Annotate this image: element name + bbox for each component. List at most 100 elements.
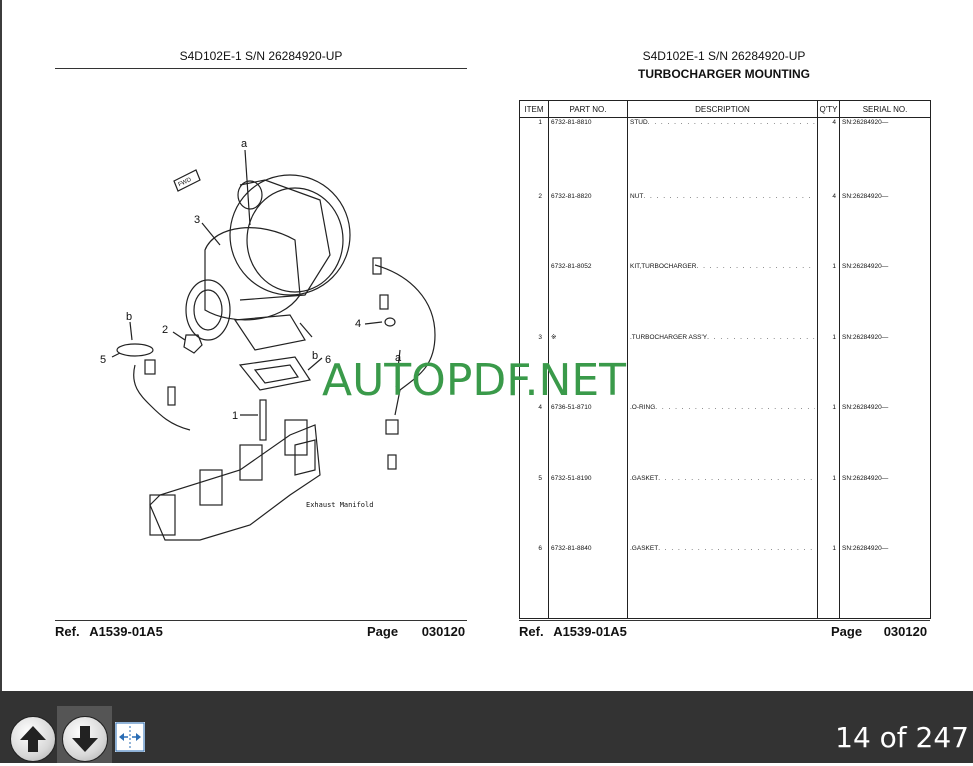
item-cell: 5	[519, 473, 549, 545]
callout-1: 1	[232, 410, 238, 422]
callout-2: 2	[162, 324, 168, 336]
page-value: 030120	[421, 624, 466, 639]
table-row: 6 6732-81-8840 .GASKET . . . . . . . . . .…	[519, 544, 931, 615]
viewer-toolbar	[0, 691, 973, 763]
ref-value: A1539-01A5	[553, 624, 627, 639]
description-text: NUT	[630, 192, 644, 200]
right-page-header: S4D102E-1 S/N 26284920-UP	[642, 49, 806, 63]
col-description: DESCRIPTION	[627, 100, 818, 118]
qty-cell: 1	[817, 544, 840, 615]
ref-label: Ref.	[519, 624, 544, 639]
table-row: 5 6732-51-8190 .GASKET . . . . . . . . . .…	[519, 473, 931, 545]
table-row: 2 6732-81-8820 NUT . . . . . . . . . . . .…	[519, 191, 931, 263]
serial-cell: SN:26284920—	[839, 544, 931, 615]
description-text: STUD	[630, 119, 648, 126]
leader-dots: . . . . . . . . . . . . . . . . . . . . …	[647, 119, 815, 126]
part-no-cell: 6732-81-8840	[548, 544, 628, 615]
right-footer-page: Page 030120	[831, 624, 927, 639]
col-item: ITEM	[519, 100, 549, 118]
serial-cell: SN:26284920—	[839, 191, 931, 263]
leader-dots: . . . . . . . . . . . . . . . . . . . . …	[658, 474, 815, 482]
description-cell: KIT,TURBOCHARGER . . . . . . . . . . . .…	[627, 262, 818, 333]
serial-cell: SN:26284920—	[839, 332, 931, 404]
watermark: AUTOPDF.NET	[322, 355, 627, 406]
manifold-label: Exhaust Manifold	[306, 501, 373, 509]
part-no-cell: 6732-81-8820	[548, 191, 628, 263]
callout-5: 5	[100, 354, 106, 366]
part-no-cell: 6736-51-8710	[548, 403, 628, 474]
description-text: KIT,TURBOCHARGER	[630, 263, 697, 271]
table-filler-row	[519, 614, 931, 619]
serial-cell: SN:26284920—	[839, 117, 931, 192]
left-footer-ref: Ref. A1539-01A5	[55, 624, 163, 639]
description-text: .O-RING	[630, 404, 656, 412]
description-text: .TURBOCHARGER ASS'Y	[630, 333, 708, 341]
page-value: 030120	[883, 624, 928, 639]
col-serial: SERIAL NO.	[839, 100, 931, 118]
turbocharger-exploded-drawing: a 3 2 b 5 4 b 6 a 1 Exhaust Manifold FWD	[100, 138, 436, 541]
col-qty: Q'TY	[817, 100, 840, 118]
prev-page-button[interactable]	[10, 716, 56, 762]
filler-cell	[548, 614, 628, 619]
description-cell: .GASKET . . . . . . . . . . . . . . . . …	[627, 473, 818, 545]
serial-cell: SN:26284920—	[839, 403, 931, 474]
description-cell: STUD . . . . . . . . . . . . . . . . . .…	[627, 117, 818, 192]
qty-cell: 1	[817, 403, 840, 474]
qty-cell: 4	[817, 191, 840, 263]
leader-dots: . . . . . . . . . . . . . . . . . . . . …	[658, 545, 815, 553]
leader-dots: . . . . . . . . . . . . . . . . . . . . …	[707, 333, 815, 341]
fit-width-icon	[115, 722, 145, 752]
page-edge	[0, 0, 2, 691]
qty-cell: 1	[817, 473, 840, 545]
callout-a-top: a	[241, 138, 248, 150]
fit-width-button[interactable]	[115, 722, 145, 752]
leader-dots: . . . . . . . . . . . . . . . . . . . . …	[696, 263, 815, 271]
serial-cell: SN:26284920—	[839, 473, 931, 545]
description-cell: .TURBOCHARGER ASS'Y . . . . . . . . . . …	[627, 332, 818, 404]
leader-dots: . . . . . . . . . . . . . . . . . . . . …	[655, 404, 815, 412]
description-cell: NUT . . . . . . . . . . . . . . . . . . …	[627, 191, 818, 263]
document-page: S4D102E-1 S/N 26284920-UP a 3 2 b 5 4 b …	[0, 0, 973, 691]
left-page-header: S4D102E-1 S/N 26284920-UP	[179, 49, 343, 63]
right-footer-rule	[519, 620, 930, 621]
arrow-up-icon	[20, 726, 46, 752]
qty-cell: 1	[817, 332, 840, 404]
page-counter: 14 of 247	[835, 721, 969, 754]
left-header-rule	[55, 68, 467, 69]
part-no-cell: 6732-81-8810	[548, 117, 628, 192]
col-part-no: PART NO.	[548, 100, 628, 118]
filler-cell	[627, 614, 818, 619]
ref-label: Ref.	[55, 624, 80, 639]
description-cell: .O-RING . . . . . . . . . . . . . . . . …	[627, 403, 818, 474]
filler-cell	[519, 614, 549, 619]
arrow-down-icon	[72, 726, 98, 752]
page-label: Page	[367, 624, 399, 639]
item-cell	[519, 262, 549, 333]
part-no-cell: 6732-51-8190	[548, 473, 628, 545]
callout-3: 3	[194, 214, 200, 226]
page-label: Page	[831, 624, 863, 639]
filler-cell	[817, 614, 840, 619]
right-page-title: TURBOCHARGER MOUNTING	[638, 67, 810, 81]
parts-table-header: ITEM PART NO. DESCRIPTION Q'TY SERIAL NO…	[519, 100, 931, 118]
callout-b-right: b	[312, 350, 318, 362]
right-footer-ref: Ref. A1539-01A5	[519, 624, 627, 639]
description-text: .GASKET	[630, 545, 659, 553]
qty-cell: 4	[817, 117, 840, 192]
table-row: 4 6736-51-8710 .O-RING . . . . . . . . . .…	[519, 403, 931, 474]
leader-dots: . . . . . . . . . . . . . . . . . . . . …	[643, 192, 815, 200]
next-page-button[interactable]	[62, 716, 108, 762]
part-no-cell: 6732-81-8052	[548, 262, 628, 333]
callout-4: 4	[355, 318, 361, 330]
table-row: 6732-81-8052 KIT,TURBOCHARGER . . . . . .…	[519, 262, 931, 333]
left-footer-page: Page 030120	[367, 624, 465, 639]
item-cell: 4	[519, 403, 549, 474]
filler-cell	[839, 614, 931, 619]
item-cell: 6	[519, 544, 549, 615]
description-cell: .GASKET . . . . . . . . . . . . . . . . …	[627, 544, 818, 615]
callout-b-left: b	[126, 311, 132, 323]
item-cell: 2	[519, 191, 549, 263]
left-footer-rule	[55, 620, 467, 621]
item-cell: 1	[519, 117, 549, 192]
serial-cell: SN:26284920—	[839, 262, 931, 333]
